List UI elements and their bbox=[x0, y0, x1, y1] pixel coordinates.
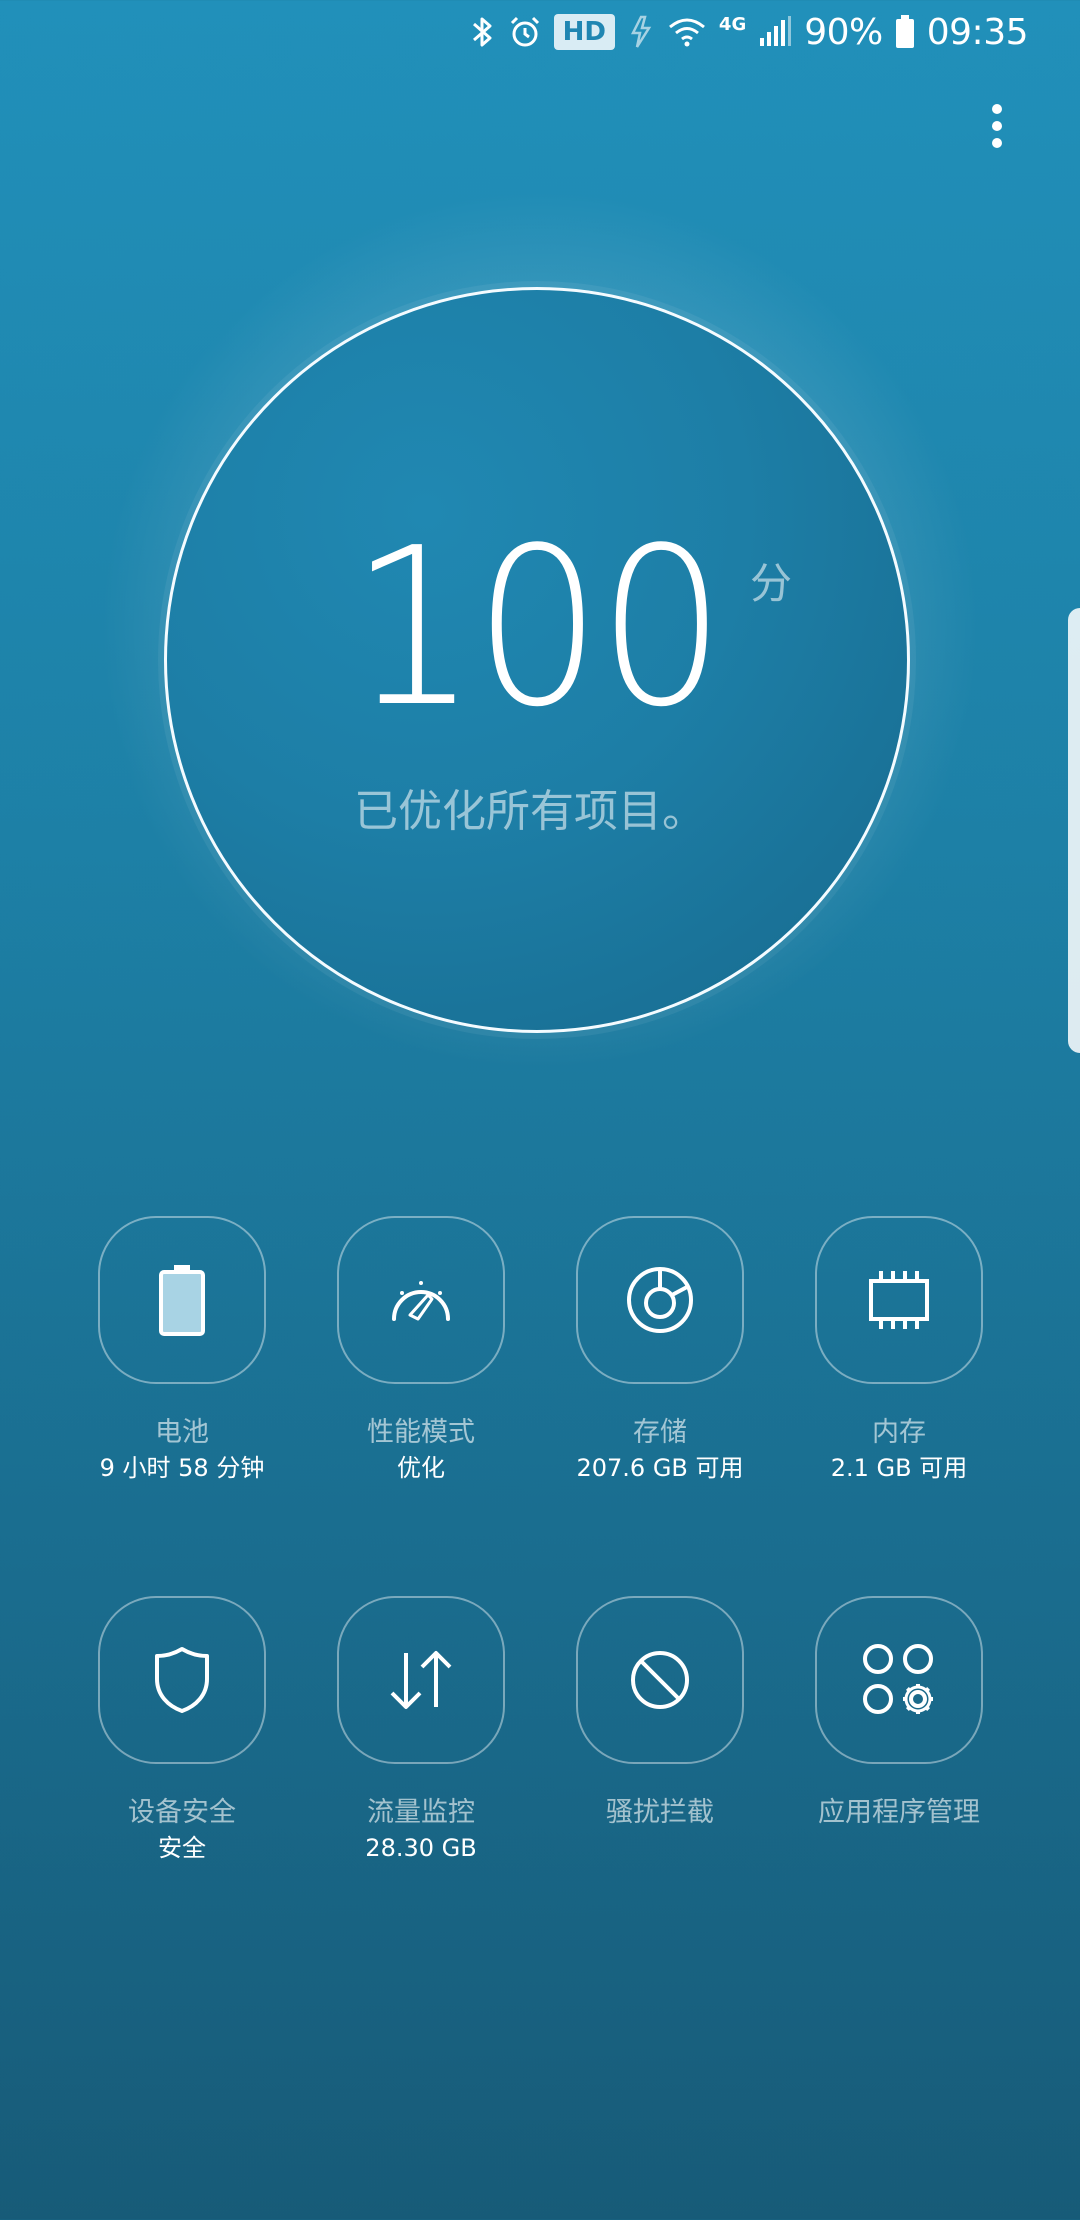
performance-tile-button[interactable] bbox=[337, 1216, 505, 1384]
feature-label: 存储 bbox=[633, 1417, 687, 1448]
score-value: 100 bbox=[350, 520, 754, 738]
security-tile-button[interactable] bbox=[98, 1596, 266, 1764]
storage-icon bbox=[627, 1267, 693, 1333]
feature-data-monitor[interactable]: 流量监控 28.30 GB bbox=[301, 1596, 541, 1866]
wifi-icon bbox=[667, 16, 707, 48]
feature-battery[interactable]: 电池 9 小时 58 分钟 bbox=[62, 1216, 302, 1486]
feature-label: 设备安全 bbox=[128, 1797, 236, 1828]
hd-voice-badge: HD bbox=[553, 14, 615, 50]
feature-memory[interactable]: 内存 2.1 GB 可用 bbox=[779, 1216, 1019, 1486]
status-bar: HD 4G 90% 09:35 bbox=[470, 0, 1029, 64]
alarm-icon bbox=[508, 15, 542, 49]
feature-device-security[interactable]: 设备安全 安全 bbox=[62, 1596, 302, 1866]
battery-icon bbox=[895, 15, 915, 49]
feature-storage[interactable]: 存储 207.6 GB 可用 bbox=[540, 1216, 780, 1486]
battery-percent: 90% bbox=[804, 11, 883, 53]
data-saver-icon bbox=[627, 15, 655, 49]
block-icon bbox=[631, 1651, 689, 1709]
feature-label: 性能模式 bbox=[367, 1417, 475, 1448]
shield-icon bbox=[155, 1647, 209, 1713]
network-type: 4G bbox=[719, 14, 746, 35]
network-type-label: 4G bbox=[718, 14, 747, 35]
edge-panel-handle[interactable] bbox=[1068, 608, 1080, 1053]
score-status-text: 已优化所有项目。 bbox=[354, 786, 706, 837]
feature-performance-mode[interactable]: 性能模式 优化 bbox=[301, 1216, 541, 1486]
score-number: 100 bbox=[350, 502, 725, 755]
more-vert-icon bbox=[992, 104, 1002, 148]
feature-sub: 优化 bbox=[397, 1454, 445, 1482]
app-management-tile-button[interactable] bbox=[815, 1596, 983, 1764]
feature-sub: 9 小时 58 分钟 bbox=[99, 1454, 265, 1482]
battery-tile-button[interactable] bbox=[98, 1216, 266, 1384]
feature-sub: 2.1 GB 可用 bbox=[830, 1454, 968, 1482]
feature-sub: 安全 bbox=[158, 1834, 206, 1862]
bluetooth-icon bbox=[470, 14, 496, 50]
feature-sub: 28.30 GB bbox=[365, 1834, 477, 1862]
battery-icon bbox=[159, 1265, 205, 1336]
feature-label: 骚扰拦截 bbox=[606, 1797, 714, 1828]
data-monitor-tile-button[interactable] bbox=[337, 1596, 505, 1764]
call-blocking-tile-button[interactable] bbox=[576, 1596, 744, 1764]
speedometer-icon bbox=[392, 1281, 450, 1321]
feature-label: 流量监控 bbox=[367, 1797, 475, 1828]
feature-label: 内存 bbox=[872, 1417, 926, 1448]
score-unit: 分 bbox=[750, 559, 793, 608]
feature-label: 电池 bbox=[155, 1417, 209, 1448]
data-transfer-icon bbox=[390, 1651, 452, 1709]
storage-tile-button[interactable] bbox=[576, 1216, 744, 1384]
memory-tile-button[interactable] bbox=[815, 1216, 983, 1384]
feature-label: 应用程序管理 bbox=[818, 1797, 980, 1828]
feature-sub: 207.6 GB 可用 bbox=[576, 1454, 744, 1482]
memory-chip-icon bbox=[869, 1271, 929, 1329]
app-settings-icon bbox=[863, 1644, 933, 1714]
feature-call-blocking[interactable]: 骚扰拦截 bbox=[540, 1596, 780, 1830]
clock: 09:35 bbox=[926, 11, 1029, 53]
more-options-button[interactable] bbox=[974, 96, 1020, 156]
feature-app-management[interactable]: 应用程序管理 bbox=[779, 1596, 1019, 1830]
signal-icon bbox=[758, 16, 792, 48]
